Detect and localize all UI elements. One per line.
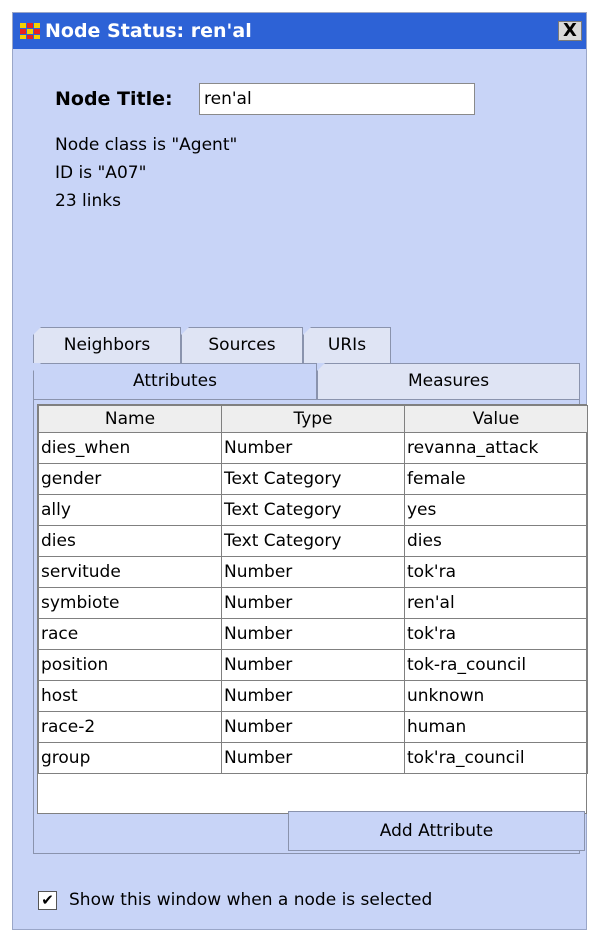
tab-sources[interactable]: Sources bbox=[181, 327, 303, 363]
attribute-value-cell[interactable]: female bbox=[404, 463, 588, 495]
node-class-text: Node class is "Agent" bbox=[55, 135, 238, 155]
table-row[interactable]: position Number tok-ra_council bbox=[38, 649, 588, 681]
attribute-name-cell[interactable]: dies bbox=[38, 525, 222, 557]
attribute-type-cell[interactable]: Number bbox=[221, 556, 405, 588]
attribute-type-cell[interactable]: Number bbox=[221, 649, 405, 681]
attribute-type-cell[interactable]: Number bbox=[221, 742, 405, 774]
table-row[interactable]: symbiote Number ren'al bbox=[38, 587, 588, 619]
attribute-type-cell[interactable]: Number bbox=[221, 432, 405, 464]
attribute-name-cell[interactable]: servitude bbox=[38, 556, 222, 588]
attribute-name-cell[interactable]: position bbox=[38, 649, 222, 681]
close-icon: X bbox=[563, 20, 577, 41]
attribute-value-cell[interactable]: human bbox=[404, 711, 588, 743]
attributes-panel: Name Type Value dies_when Number revanna_a… bbox=[33, 399, 588, 854]
attribute-type-cell[interactable]: Text Category bbox=[221, 525, 405, 557]
attribute-type-cell[interactable]: Number bbox=[221, 618, 405, 650]
column-header-name[interactable]: Name bbox=[38, 405, 222, 433]
column-header-type[interactable]: Type bbox=[221, 405, 405, 433]
table-row[interactable]: dies_when Number revanna_attack bbox=[38, 432, 588, 464]
attribute-type-cell[interactable]: Text Category bbox=[221, 494, 405, 526]
attributes-table-area[interactable]: Name Type Value dies_when Number revanna_a… bbox=[37, 404, 588, 814]
attribute-value-cell[interactable]: dies bbox=[404, 525, 588, 557]
table-row[interactable]: host Number unknown bbox=[38, 680, 588, 712]
window-title: Node Status: ren'al bbox=[45, 20, 252, 42]
attribute-name-cell[interactable]: group bbox=[38, 742, 222, 774]
attribute-type-cell[interactable]: Text Category bbox=[221, 463, 405, 495]
attribute-value-cell[interactable]: tok'ra_council bbox=[404, 742, 588, 774]
tab-neighbors[interactable]: Neighbors bbox=[33, 327, 181, 363]
table-row[interactable]: race Number tok'ra bbox=[38, 618, 588, 650]
close-button[interactable]: X bbox=[558, 21, 582, 41]
attribute-name-cell[interactable]: symbiote bbox=[38, 587, 222, 619]
attributes-table: Name Type Value dies_when Number revanna_a… bbox=[38, 405, 588, 774]
column-header-value[interactable]: Value bbox=[404, 405, 588, 433]
attribute-value-cell[interactable]: tok-ra_council bbox=[404, 649, 588, 681]
attribute-name-cell[interactable]: dies_when bbox=[38, 432, 222, 464]
attribute-value-cell[interactable]: unknown bbox=[404, 680, 588, 712]
attribute-value-cell[interactable]: tok'ra bbox=[404, 618, 588, 650]
attribute-value-cell[interactable]: revanna_attack bbox=[404, 432, 588, 464]
table-row[interactable]: group Number tok'ra_council bbox=[38, 742, 588, 774]
node-title-input[interactable] bbox=[199, 83, 475, 115]
app-grid-icon bbox=[20, 23, 40, 39]
attribute-type-cell[interactable]: Number bbox=[221, 587, 405, 619]
attribute-value-cell[interactable]: ren'al bbox=[404, 587, 588, 619]
node-title-label: Node Title: bbox=[55, 88, 173, 110]
attribute-value-cell[interactable]: yes bbox=[404, 494, 588, 526]
attribute-name-cell[interactable]: host bbox=[38, 680, 222, 712]
tab-attributes[interactable]: Attributes bbox=[33, 363, 317, 399]
node-id-text: ID is "A07" bbox=[55, 163, 147, 183]
table-row[interactable]: gender Text Category female bbox=[38, 463, 588, 495]
attribute-name-cell[interactable]: race bbox=[38, 618, 222, 650]
attribute-value-cell[interactable]: tok'ra bbox=[404, 556, 588, 588]
add-attribute-button[interactable]: Add Attribute bbox=[288, 811, 585, 851]
attribute-name-cell[interactable]: race-2 bbox=[38, 711, 222, 743]
tab-uris[interactable]: URIs bbox=[303, 327, 391, 363]
table-row[interactable]: ally Text Category yes bbox=[38, 494, 588, 526]
show-window-checkbox[interactable]: ✔ bbox=[38, 891, 57, 910]
table-row[interactable]: servitude Number tok'ra bbox=[38, 556, 588, 588]
show-window-label: Show this window when a node is selected bbox=[69, 890, 433, 910]
table-row[interactable]: dies Text Category dies bbox=[38, 525, 588, 557]
attribute-type-cell[interactable]: Number bbox=[221, 680, 405, 712]
node-links-text: 23 links bbox=[55, 191, 121, 211]
table-row[interactable]: race-2 Number human bbox=[38, 711, 588, 743]
attribute-name-cell[interactable]: gender bbox=[38, 463, 222, 495]
title-bar[interactable]: Node Status: ren'al X bbox=[13, 13, 586, 49]
attribute-name-cell[interactable]: ally bbox=[38, 494, 222, 526]
tab-measures[interactable]: Measures bbox=[317, 363, 580, 399]
attribute-type-cell[interactable]: Number bbox=[221, 711, 405, 743]
node-status-window: Node Status: ren'al X Node Title: Node c… bbox=[12, 12, 588, 930]
